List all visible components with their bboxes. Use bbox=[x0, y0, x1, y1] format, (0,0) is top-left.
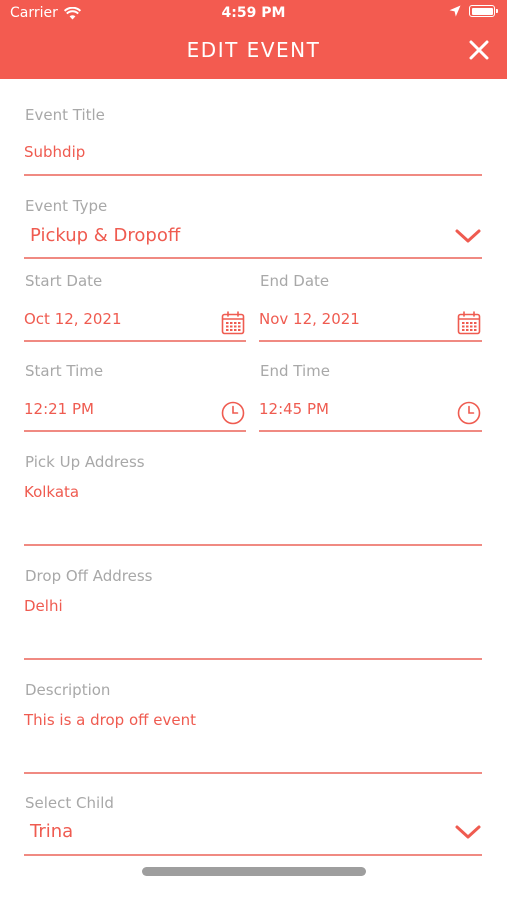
page-title: EDIT EVENT bbox=[186, 38, 321, 62]
calendar-icon bbox=[457, 311, 481, 335]
header-bar: Carrier 4:59 PM EDIT EVENT bbox=[0, 0, 507, 79]
end-time-label: End Time bbox=[260, 362, 330, 380]
description-value: This is a drop off event bbox=[24, 711, 196, 729]
start-time-label: Start Time bbox=[25, 362, 104, 380]
start-date-input[interactable]: Oct 12, 2021 bbox=[24, 302, 246, 342]
home-indicator[interactable] bbox=[142, 867, 366, 876]
select-child-value: Trina bbox=[30, 821, 74, 842]
pickup-address-label: Pick Up Address bbox=[25, 453, 145, 471]
status-bar: Carrier 4:59 PM bbox=[0, 0, 507, 28]
dropoff-address-value: Delhi bbox=[24, 597, 63, 615]
event-title-value: Subhdip bbox=[24, 143, 86, 161]
event-title-input[interactable]: Subhdip bbox=[24, 135, 482, 175]
clock-icon bbox=[221, 401, 245, 425]
calendar-icon bbox=[221, 311, 245, 335]
start-date-value: Oct 12, 2021 bbox=[24, 310, 122, 328]
battery-icon bbox=[469, 5, 498, 17]
chevron-down-icon bbox=[455, 229, 481, 243]
pickup-address-input[interactable]: Kolkata bbox=[24, 476, 482, 544]
location-arrow-icon bbox=[449, 5, 461, 17]
event-type-label: Event Type bbox=[25, 197, 108, 215]
status-right bbox=[449, 5, 498, 17]
end-date-label: End Date bbox=[260, 272, 330, 290]
end-time-input[interactable]: 12:45 PM bbox=[259, 392, 482, 432]
start-date-label: Start Date bbox=[25, 272, 103, 290]
description-underline bbox=[24, 772, 482, 774]
pickup-address-value: Kolkata bbox=[24, 483, 80, 501]
select-child-underline bbox=[24, 854, 482, 856]
pickup-address-underline bbox=[24, 544, 482, 546]
description-label: Description bbox=[25, 681, 111, 699]
event-title-label: Event Title bbox=[25, 106, 105, 124]
status-time: 4:59 PM bbox=[221, 5, 286, 21]
dropoff-address-label: Drop Off Address bbox=[25, 567, 153, 585]
start-time-value: 12:21 PM bbox=[24, 400, 94, 418]
clock-icon bbox=[457, 401, 481, 425]
end-time-underline bbox=[259, 430, 482, 432]
select-child-dropdown[interactable]: Trina bbox=[24, 818, 482, 854]
end-date-value: Nov 12, 2021 bbox=[259, 310, 360, 328]
close-button[interactable] bbox=[465, 36, 493, 64]
event-type-value: Pickup & Dropoff bbox=[30, 225, 181, 246]
end-date-input[interactable]: Nov 12, 2021 bbox=[259, 302, 482, 342]
start-date-underline bbox=[24, 340, 246, 342]
dropoff-address-underline bbox=[24, 658, 482, 660]
chevron-down-icon bbox=[455, 825, 481, 839]
event-type-dropdown[interactable]: Pickup & Dropoff bbox=[24, 222, 482, 258]
end-date-underline bbox=[259, 340, 482, 342]
select-child-label: Select Child bbox=[25, 794, 114, 812]
dropoff-address-input[interactable]: Delhi bbox=[24, 590, 482, 658]
event-type-underline bbox=[24, 257, 482, 259]
start-time-underline bbox=[24, 430, 246, 432]
event-title-underline bbox=[24, 174, 482, 176]
end-time-value: 12:45 PM bbox=[259, 400, 329, 418]
description-input[interactable]: This is a drop off event bbox=[24, 704, 482, 772]
start-time-input[interactable]: 12:21 PM bbox=[24, 392, 246, 432]
close-icon bbox=[469, 40, 489, 60]
